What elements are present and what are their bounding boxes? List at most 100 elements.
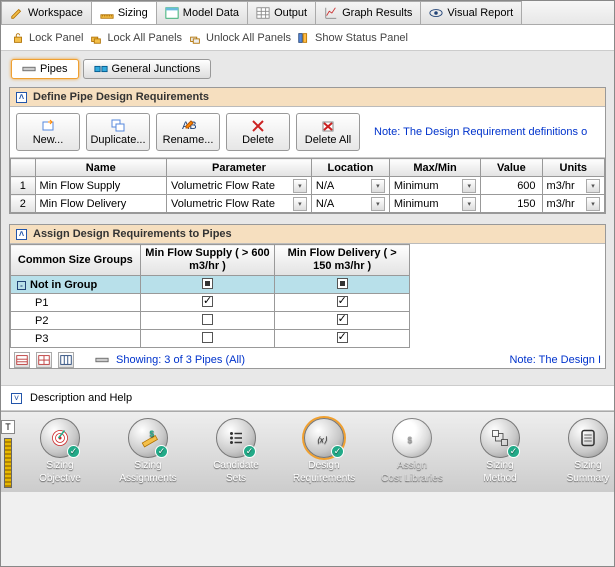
col-parameter[interactable]: Parameter <box>167 159 312 177</box>
checkbox-cell[interactable] <box>140 276 275 294</box>
subtab-pipes[interactable]: Pipes <box>11 59 79 79</box>
checkbox-cell[interactable] <box>275 330 410 348</box>
nav-label: Summary <box>567 473 610 484</box>
nav-cost-libraries: $AssignCost Libraries <box>373 418 451 486</box>
checkbox-cell[interactable] <box>140 312 275 330</box>
lock-all-button[interactable]: Lock All Panels <box>89 31 182 45</box>
unlock-all-icon <box>188 31 202 45</box>
requirement-row[interactable]: 2 Min Flow Delivery Volumetric Flow Rate… <box>11 195 605 213</box>
checkbox-indeterminate-icon <box>337 278 348 289</box>
nav-label: Method <box>483 473 516 484</box>
checkbox-checked-icon <box>337 296 348 307</box>
mm-dropdown[interactable]: Minimum▾ <box>389 177 480 195</box>
tab-label: Workspace <box>28 7 83 19</box>
table-blue-icon <box>165 6 179 20</box>
nav-method[interactable]: ✓SizingMethod <box>461 418 539 486</box>
delete-all-button[interactable]: Delete All <box>296 113 360 151</box>
name-cell[interactable]: Min Flow Supply <box>35 177 167 195</box>
button-label: Lock All Panels <box>107 32 182 44</box>
tab-model-data[interactable]: Model Data <box>156 1 248 24</box>
col-supply[interactable]: Min Flow Supply ( > 600 m3/hr ) <box>140 245 275 276</box>
button-label: New... <box>33 134 64 146</box>
collapse-icon[interactable]: ˄ <box>16 92 27 103</box>
checkbox-cell[interactable] <box>275 294 410 312</box>
expand-icon[interactable]: ˅ <box>11 393 22 404</box>
nav-summary[interactable]: SizingSummary <box>549 418 615 486</box>
lock-panel-button[interactable]: Lock Panel <box>11 31 83 45</box>
param-dropdown[interactable]: Volumetric Flow Rate▾ <box>167 195 312 213</box>
tab-visual-report[interactable]: Visual Report <box>420 1 522 24</box>
chevron-down-icon: ▾ <box>462 179 476 193</box>
help-title: Description and Help <box>30 392 132 404</box>
tab-output[interactable]: Output <box>247 1 316 24</box>
row-header-blank <box>11 159 36 177</box>
mm-dropdown[interactable]: Minimum▾ <box>389 195 480 213</box>
tab-label: Graph Results <box>342 7 412 19</box>
requirement-row[interactable]: 1 Min Flow Supply Volumetric Flow Rate▾ … <box>11 177 605 195</box>
nav-icon: ✓ <box>480 418 520 458</box>
lock-toolbar: Lock Panel Lock All Panels Unlock All Pa… <box>1 25 614 51</box>
col-name[interactable]: Name <box>35 159 167 177</box>
tab-graph-results[interactable]: Graph Results <box>315 1 421 24</box>
checkbox-cell[interactable] <box>140 330 275 348</box>
duplicate-button[interactable]: Duplicate... <box>86 113 150 151</box>
loc-dropdown[interactable]: N/A▾ <box>311 195 389 213</box>
pipe-name[interactable]: P3 <box>11 330 141 348</box>
show-status-button[interactable]: Show Status Panel <box>297 31 408 45</box>
units-dropdown[interactable]: m3/hr▾ <box>542 195 604 213</box>
unlock-all-button[interactable]: Unlock All Panels <box>188 31 291 45</box>
subtab-junctions[interactable]: General Junctions <box>83 59 212 79</box>
view-list-icon[interactable] <box>14 352 30 368</box>
nav-label: Cost Libraries <box>381 473 443 484</box>
collapse-icon[interactable]: ˄ <box>16 229 27 240</box>
new-button[interactable]: New... <box>16 113 80 151</box>
subtab-label: Pipes <box>40 63 68 75</box>
not-in-group-cell[interactable]: -Not in Group <box>11 276 141 294</box>
text-tool-icon[interactable]: T <box>1 420 15 434</box>
button-label: Rename... <box>163 134 214 146</box>
eye-icon <box>429 6 443 20</box>
chevron-down-icon: ▾ <box>371 197 385 211</box>
col-location[interactable]: Location <box>311 159 389 177</box>
tab-sizing[interactable]: Sizing <box>91 1 157 24</box>
nav-objective[interactable]: ✓SizingObjective <box>21 418 99 486</box>
delete-all-icon <box>320 118 336 132</box>
tab-workspace[interactable]: Workspace <box>1 1 92 24</box>
units-dropdown[interactable]: m3/hr▾ <box>542 177 604 195</box>
nav-label: Candidate <box>213 460 259 471</box>
view-grid-icon[interactable] <box>36 352 52 368</box>
pencil-icon <box>10 6 24 20</box>
panel-title: Define Pipe Design Requirements <box>33 91 209 103</box>
nav-label: Assignments <box>119 473 176 484</box>
nav-assignments[interactable]: $✓SizingAssignments <box>109 418 187 486</box>
checkbox-cell[interactable] <box>275 312 410 330</box>
nav-requirements[interactable]: ⟨x⟩✓DesignRequirements <box>285 418 363 486</box>
col-delivery[interactable]: Min Flow Delivery ( > 150 m3/hr ) <box>275 245 410 276</box>
value-cell[interactable]: 150 <box>481 195 542 213</box>
nav-label: Requirements <box>293 473 355 484</box>
col-units[interactable]: Units <box>542 159 604 177</box>
view-columns-icon[interactable] <box>58 352 74 368</box>
pipe-name[interactable]: P2 <box>11 312 141 330</box>
ruler-icon <box>100 6 114 20</box>
col-value[interactable]: Value <box>481 159 542 177</box>
checkbox-cell[interactable] <box>275 276 410 294</box>
name-cell[interactable]: Min Flow Delivery <box>35 195 167 213</box>
ruler-icon[interactable] <box>4 438 12 488</box>
tab-label: Output <box>274 7 307 19</box>
checkbox-indeterminate-icon <box>202 278 213 289</box>
nav-label: Objective <box>39 473 81 484</box>
col-groups[interactable]: Common Size Groups <box>11 245 141 276</box>
loc-dropdown[interactable]: N/A▾ <box>311 177 389 195</box>
pipe-name[interactable]: P1 <box>11 294 141 312</box>
rename-button[interactable]: ABRename... <box>156 113 220 151</box>
param-dropdown[interactable]: Volumetric Flow Rate▾ <box>167 177 312 195</box>
value-cell[interactable]: 600 <box>481 177 542 195</box>
status-icon <box>297 31 311 45</box>
define-requirements-panel: ˄ Define Pipe Design Requirements New...… <box>9 87 606 214</box>
chevron-down-icon: ▾ <box>371 179 385 193</box>
nav-sets[interactable]: ✓CandidateSets <box>197 418 275 486</box>
col-maxmin[interactable]: Max/Min <box>389 159 480 177</box>
delete-button[interactable]: Delete <box>226 113 290 151</box>
checkbox-cell[interactable] <box>140 294 275 312</box>
